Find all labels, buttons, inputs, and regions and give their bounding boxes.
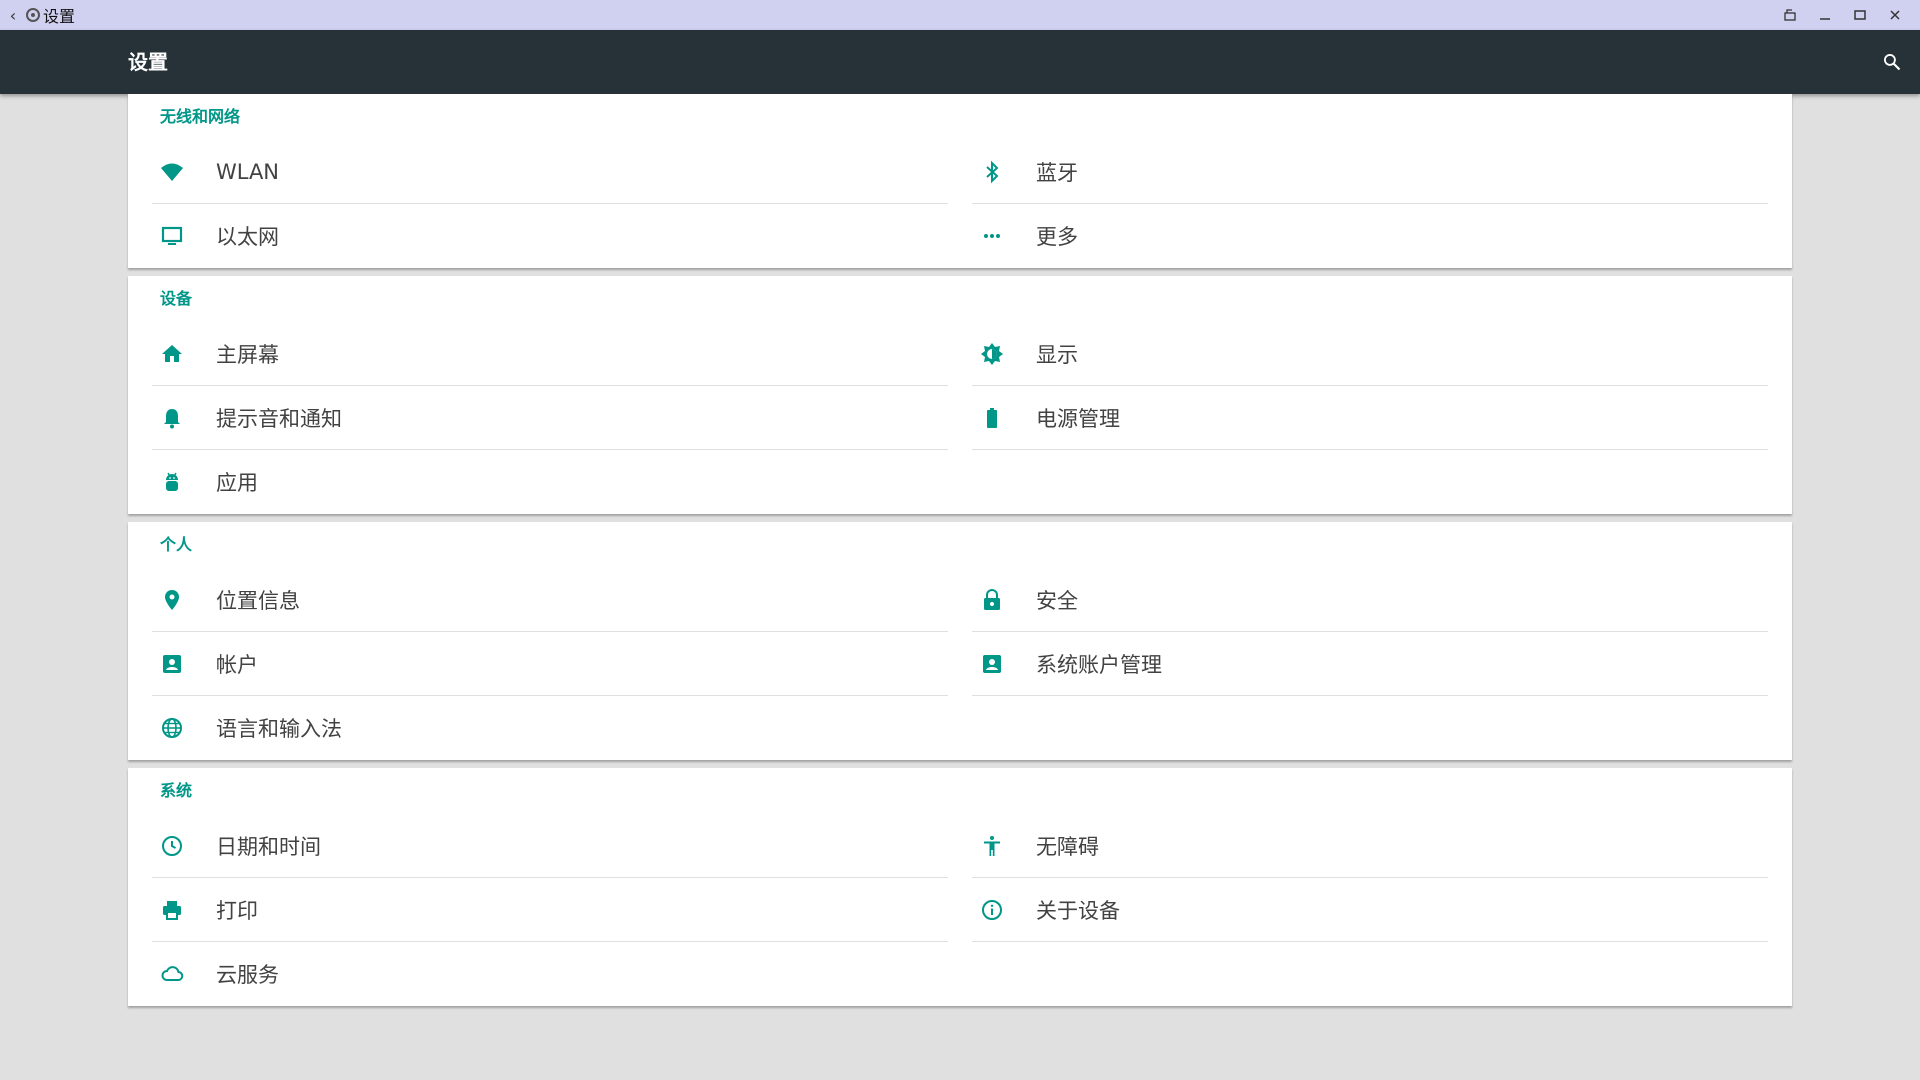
page-title: 设置 (128, 50, 168, 74)
setting-apps[interactable]: 应用 (152, 450, 948, 514)
setting-display[interactable]: 显示 (972, 322, 1768, 386)
section-wireless-networks: 无线和网络 WLAN 蓝牙 以太网 更多 (128, 94, 1792, 268)
setting-date-time[interactable]: 日期和时间 (152, 814, 948, 878)
section-header: 无线和网络 (160, 107, 241, 126)
back-chevron-icon[interactable]: ‹ (0, 6, 26, 25)
window-title-bar: ‹ 设置 (0, 0, 1920, 30)
globe-icon (152, 708, 192, 748)
section-device: 设备 主屏幕 显示 提示音和通知 电源管理 应用 (128, 276, 1792, 514)
setting-label: 安全 (1036, 589, 1078, 613)
settings-app-icon (26, 8, 40, 22)
section-system: 系统 日期和时间 无障碍 打印 关于设备 云服务 (128, 768, 1792, 1006)
setting-label: 语言和输入法 (216, 717, 342, 741)
bell-icon (152, 398, 192, 438)
rotate-icon[interactable] (1772, 0, 1807, 30)
setting-label: 日期和时间 (216, 835, 321, 859)
setting-label: 提示音和通知 (216, 407, 342, 431)
setting-label: WLAN (216, 160, 280, 184)
brightness-icon (972, 334, 1012, 374)
setting-system-accounts[interactable]: 系统账户管理 (972, 632, 1768, 696)
settings-content: 无线和网络 WLAN 蓝牙 以太网 更多 设备 主屏幕 显示 提示音和通知 电源… (128, 94, 1792, 1014)
setting-accounts[interactable]: 帐户 (152, 632, 948, 696)
maximize-icon[interactable] (1842, 0, 1877, 30)
section-header: 设备 (160, 289, 193, 308)
setting-ethernet[interactable]: 以太网 (152, 204, 948, 268)
bluetooth-icon (972, 152, 1012, 192)
setting-label: 电源管理 (1036, 407, 1120, 431)
setting-label: 无障碍 (1036, 835, 1099, 859)
setting-more[interactable]: 更多 (972, 204, 1768, 268)
setting-home-screen[interactable]: 主屏幕 (152, 322, 948, 386)
setting-accessibility[interactable]: 无障碍 (972, 814, 1768, 878)
setting-label: 帐户 (216, 653, 258, 677)
account-box-icon (972, 644, 1012, 684)
section-header: 系统 (160, 781, 193, 800)
close-icon[interactable] (1877, 0, 1912, 30)
setting-label: 位置信息 (216, 589, 300, 613)
setting-cloud-services[interactable]: 云服务 (152, 942, 948, 1006)
location-pin-icon (152, 580, 192, 620)
battery-icon (972, 398, 1012, 438)
ethernet-monitor-icon (152, 216, 192, 256)
setting-wlan[interactable]: WLAN (152, 140, 948, 204)
setting-label: 蓝牙 (1036, 161, 1078, 185)
printer-icon (152, 890, 192, 930)
info-icon (972, 890, 1012, 930)
setting-print[interactable]: 打印 (152, 878, 948, 942)
setting-power[interactable]: 电源管理 (972, 386, 1768, 450)
search-icon[interactable] (1878, 48, 1906, 76)
setting-bluetooth[interactable]: 蓝牙 (972, 140, 1768, 204)
more-dots-icon (972, 216, 1012, 256)
account-box-icon (152, 644, 192, 684)
setting-security[interactable]: 安全 (972, 568, 1768, 632)
android-icon (152, 462, 192, 502)
home-icon (152, 334, 192, 374)
setting-label: 主屏幕 (216, 343, 279, 367)
setting-label: 系统账户管理 (1036, 653, 1162, 677)
setting-label: 应用 (216, 471, 258, 495)
setting-label: 更多 (1036, 225, 1078, 249)
cloud-icon (152, 954, 192, 994)
wifi-icon (152, 152, 192, 192)
setting-language-input[interactable]: 语言和输入法 (152, 696, 948, 760)
setting-label: 打印 (216, 899, 258, 923)
setting-label: 显示 (1036, 343, 1078, 367)
window-controls (1772, 0, 1912, 30)
section-header: 个人 (160, 535, 193, 554)
setting-label: 云服务 (216, 963, 279, 987)
accessibility-icon (972, 826, 1012, 866)
section-personal: 个人 位置信息 安全 帐户 系统账户管理 语言和输入法 (128, 522, 1792, 760)
clock-icon (152, 826, 192, 866)
setting-location[interactable]: 位置信息 (152, 568, 948, 632)
setting-about-device[interactable]: 关于设备 (972, 878, 1768, 942)
setting-sounds-notifications[interactable]: 提示音和通知 (152, 386, 948, 450)
minimize-icon[interactable] (1807, 0, 1842, 30)
lock-icon (972, 580, 1012, 620)
window-title: 设置 (43, 7, 76, 26)
setting-label: 以太网 (216, 225, 279, 249)
setting-label: 关于设备 (1036, 899, 1120, 923)
app-toolbar: 设置 (0, 30, 1920, 94)
